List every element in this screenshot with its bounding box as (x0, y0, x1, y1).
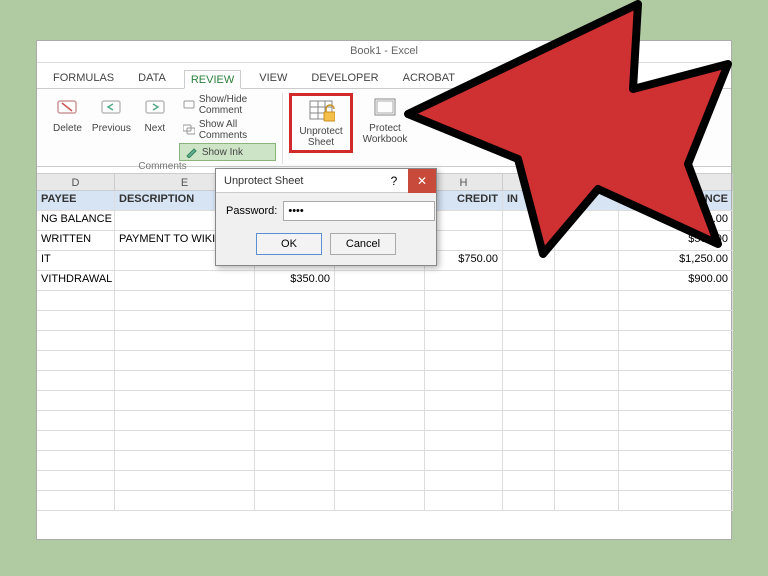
dialog-help-button[interactable]: ? (380, 169, 408, 193)
show-all-label: Show All Comments (199, 119, 272, 141)
cell[interactable] (503, 251, 555, 271)
cell[interactable] (555, 211, 619, 231)
show-hide-comment-button[interactable]: Show/Hide Comment (179, 93, 276, 117)
password-input[interactable] (283, 201, 435, 221)
tab-acrobat[interactable]: ACROBAT (397, 69, 461, 88)
table-row[interactable] (37, 311, 731, 331)
cell[interactable] (555, 231, 619, 251)
table-row[interactable] (37, 291, 731, 311)
cell[interactable] (555, 271, 619, 291)
delete-label: Delete (53, 123, 82, 134)
previous-icon (97, 95, 125, 121)
comment-icon (183, 98, 195, 112)
table-row[interactable] (37, 491, 731, 511)
show-all-comments-button[interactable]: Show All Comments (179, 118, 276, 142)
col-i[interactable]: I (503, 174, 555, 192)
tab-view[interactable]: VIEW (253, 69, 293, 88)
unprotect-sheet-button[interactable]: Unprotect Sheet (294, 96, 348, 150)
tab-formulas[interactable]: FORMULAS (47, 69, 120, 88)
next-comment-button[interactable]: Next (137, 93, 173, 136)
ok-button[interactable]: OK (256, 233, 322, 255)
cell[interactable] (503, 231, 555, 251)
table-row[interactable] (37, 351, 731, 371)
comments-group: Delete Previous Next Show/Hide Comment (43, 93, 283, 164)
cell[interactable]: $1,250.00 (619, 251, 733, 271)
cell[interactable]: $900.00 (619, 271, 733, 291)
table-row[interactable] (37, 471, 731, 491)
protect-workbook-button[interactable]: Protect Workbook (355, 93, 415, 147)
window-title: Book1 - Excel (37, 41, 731, 63)
cell[interactable]: WRITTEN (37, 231, 115, 251)
dialog-title: Unprotect Sheet (224, 175, 380, 187)
cell[interactable] (335, 271, 425, 291)
show-ink-button[interactable]: Show Ink (179, 143, 276, 161)
hdr-balance: BALANCE (619, 191, 733, 211)
unprotect-label: Unprotect Sheet (298, 126, 344, 148)
col-j[interactable]: J (555, 174, 619, 192)
hdr-payee: PAYEE (37, 191, 115, 211)
next-icon (141, 95, 169, 121)
table-row[interactable] (37, 451, 731, 471)
excel-window: Book1 - Excel FORMULAS DATA REVIEW VIEW … (36, 40, 732, 540)
table-row[interactable] (37, 411, 731, 431)
previous-comment-button[interactable]: Previous (88, 93, 135, 136)
col-k[interactable]: K (619, 174, 733, 192)
cell[interactable]: $500.00 (619, 231, 733, 251)
unprotect-highlight: Unprotect Sheet (289, 93, 353, 153)
ribbon-tabs: FORMULAS DATA REVIEW VIEW DEVELOPER ACRO… (37, 63, 731, 89)
table-row[interactable] (37, 431, 731, 451)
protect-wb-label: Protect Workbook (359, 123, 411, 145)
cell[interactable] (503, 271, 555, 291)
comments-icon (183, 123, 195, 137)
tab-developer[interactable]: DEVELOPER (305, 69, 384, 88)
cell[interactable]: $1,000.00 (619, 211, 733, 231)
col-d[interactable]: D (37, 174, 115, 192)
protect-workbook-icon (371, 95, 399, 121)
next-label: Next (145, 123, 166, 134)
show-ink-label: Show Ink (202, 147, 243, 158)
tab-data[interactable]: DATA (132, 69, 172, 88)
hdr-j (555, 191, 619, 211)
cancel-button[interactable]: Cancel (330, 233, 396, 255)
cell[interactable] (503, 211, 555, 231)
table-row[interactable] (37, 331, 731, 351)
cell[interactable]: IT (37, 251, 115, 271)
cell[interactable] (555, 251, 619, 271)
cell[interactable] (425, 271, 503, 291)
table-row[interactable] (37, 371, 731, 391)
unprotect-sheet-icon (307, 98, 335, 124)
tab-review[interactable]: REVIEW (184, 70, 241, 89)
cell[interactable]: NG BALANCE (37, 211, 115, 231)
ink-icon (184, 145, 198, 159)
cell[interactable]: $350.00 (255, 271, 335, 291)
unprotect-sheet-dialog: Unprotect Sheet ? ✕ Password: OK Cancel (215, 168, 437, 266)
table-row[interactable]: VITHDRAWAL $350.00 $900.00 (37, 271, 731, 291)
previous-label: Previous (92, 123, 131, 134)
cell[interactable]: VITHDRAWAL (37, 271, 115, 291)
delete-comment-button[interactable]: Delete (49, 93, 86, 136)
show-hide-label: Show/Hide Comment (199, 94, 272, 116)
cell[interactable] (115, 271, 255, 291)
dialog-close-button[interactable]: ✕ (408, 169, 436, 193)
password-label: Password: (226, 205, 277, 217)
protect-group: Unprotect Sheet Protect Workbook (283, 93, 421, 164)
ribbon-body: Delete Previous Next Show/Hide Comment (37, 89, 731, 167)
table-row[interactable] (37, 391, 731, 411)
hdr-in: IN (503, 191, 555, 211)
delete-icon (53, 95, 81, 121)
